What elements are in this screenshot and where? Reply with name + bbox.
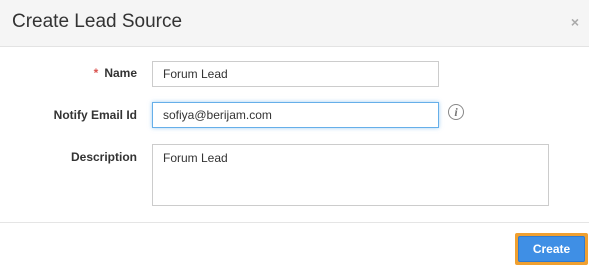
create-button-highlight: Create: [515, 233, 588, 265]
notify-email-label: Notify Email Id: [53, 108, 137, 122]
dialog-header: Create Lead Source ×: [0, 0, 589, 47]
close-icon[interactable]: ×: [571, 15, 579, 29]
name-label: * Name: [94, 66, 137, 80]
notify-email-input[interactable]: [152, 102, 439, 128]
name-label-text: Name: [104, 66, 137, 80]
create-lead-source-dialog: Create Lead Source × * Name Notify Email …: [0, 0, 589, 268]
footer-divider: [0, 222, 589, 223]
description-label: Description: [70, 150, 137, 164]
dialog-title: Create Lead Source: [12, 11, 183, 32]
info-icon[interactable]: i: [448, 104, 464, 120]
create-button[interactable]: Create: [518, 236, 585, 262]
required-marker: *: [93, 66, 99, 80]
name-input[interactable]: [152, 61, 439, 87]
description-textarea[interactable]: Forum Lead: [152, 144, 549, 206]
